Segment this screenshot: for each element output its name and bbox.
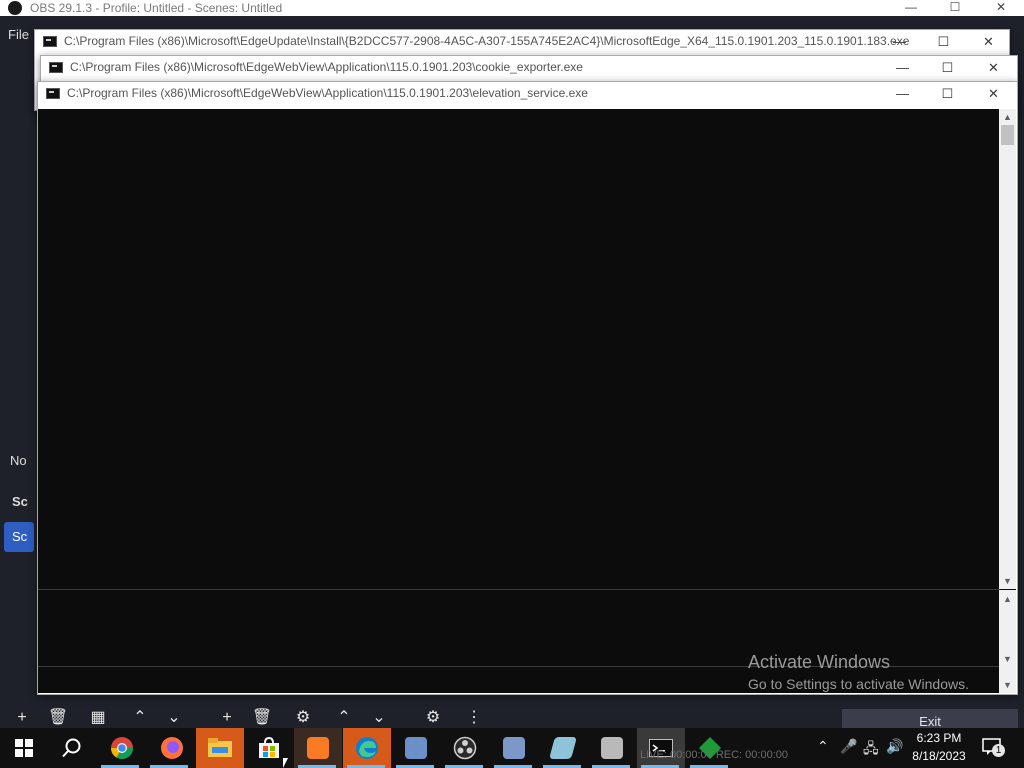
add-icon[interactable]: +	[10, 708, 34, 728]
firefox-icon[interactable]	[148, 728, 196, 768]
obs-status-text: LIVE: 00:00:00 REC: 00:00:00	[640, 749, 788, 761]
console-icon	[46, 88, 60, 99]
window-titlebar[interactable]: C:\Program Files (x86)\Microsoft\EdgeWeb…	[41, 56, 1017, 80]
trash-icon[interactable]: 🗑	[46, 708, 70, 728]
window-titlebar[interactable]: C:\Program Files (x86)\Microsoft\EdgeUpd…	[35, 30, 1009, 54]
maximize-icon[interactable]: ☐	[925, 82, 970, 106]
green-app-icon[interactable]	[686, 728, 734, 768]
chevron-down-icon[interactable]: ⌄	[162, 708, 186, 728]
scene-item-selected[interactable]: Sc	[4, 522, 34, 552]
clock-time[interactable]: 6:23 PM	[905, 731, 973, 745]
obs-titlebar[interactable]: OBS 29.1.3 - Profile: Untitled - Scenes:…	[0, 0, 1024, 16]
scroll-up-icon[interactable]: ▲	[999, 110, 1016, 124]
chevron-down-icon[interactable]: ⌄	[367, 708, 391, 728]
app-icon[interactable]	[392, 728, 440, 768]
app-icon[interactable]	[588, 728, 636, 768]
console-icon	[49, 62, 63, 73]
search-icon[interactable]	[48, 728, 96, 768]
activate-windows-subtitle: Go to Settings to activate Windows.	[748, 676, 969, 692]
minimize-icon[interactable]: —	[880, 56, 925, 80]
console-output[interactable]	[38, 109, 1016, 693]
close-icon[interactable]: ✕	[978, 0, 1024, 16]
chevron-up-icon[interactable]: ⌃	[128, 708, 152, 728]
xampp-icon[interactable]	[294, 728, 342, 768]
window-title: C:\Program Files (x86)\Microsoft\EdgeUpd…	[64, 34, 910, 48]
add-icon[interactable]: +	[215, 708, 239, 728]
clock-date[interactable]: 8/18/2023	[905, 749, 973, 763]
notification-icon[interactable]: 1	[982, 737, 1005, 757]
close-icon[interactable]: ✕	[966, 30, 1011, 54]
exit-button[interactable]: Exit	[842, 709, 1018, 729]
chrome-icon[interactable]	[98, 728, 146, 768]
minimize-icon[interactable]: —	[877, 30, 922, 54]
filter-icon[interactable]: ▦	[86, 708, 110, 728]
network-icon[interactable]: 🖧	[863, 738, 879, 762]
edge-icon[interactable]	[343, 728, 391, 768]
gear-icon[interactable]: ⚙	[291, 708, 315, 728]
scrollbar-thumb[interactable]	[1001, 125, 1014, 145]
console-icon	[43, 36, 57, 47]
console-icon[interactable]	[637, 728, 685, 768]
scroll-down-icon[interactable]: ▼	[999, 652, 1016, 666]
app-icon[interactable]	[490, 728, 538, 768]
obs-logo-icon	[8, 1, 22, 15]
close-icon[interactable]: ✕	[971, 82, 1016, 106]
chevron-up-icon[interactable]: ⌃	[817, 738, 829, 755]
maximize-icon[interactable]: ☐	[921, 30, 966, 54]
volume-icon[interactable]: 🔊	[886, 738, 903, 755]
console-divider	[38, 589, 1000, 590]
chevron-up-icon[interactable]: ⌃	[332, 708, 356, 728]
maximize-icon[interactable]: ☐	[932, 0, 978, 16]
activate-windows-title: Activate Windows	[748, 652, 891, 672]
windows-start-icon[interactable]	[0, 728, 48, 768]
dock-label-scenes: Sc	[12, 494, 28, 509]
obs-window-title: OBS 29.1.3 - Profile: Untitled - Scenes:…	[30, 1, 283, 15]
file-explorer-icon[interactable]	[196, 728, 244, 768]
window-titlebar[interactable]: C:\Program Files (x86)\Microsoft\EdgeWeb…	[38, 82, 1017, 106]
microphone-icon[interactable]: 🎤	[840, 738, 857, 755]
maximize-icon[interactable]: ☐	[925, 56, 970, 80]
menu-file[interactable]: File	[8, 27, 29, 42]
minimize-icon[interactable]: —	[888, 0, 934, 16]
obs-icon[interactable]	[441, 728, 489, 768]
trash-icon[interactable]: 🗑	[250, 708, 274, 728]
window-title: C:\Program Files (x86)\Microsoft\EdgeWeb…	[67, 86, 588, 100]
scroll-up-icon[interactable]: ▲	[999, 592, 1016, 606]
more-icon[interactable]: ⋮	[462, 708, 486, 728]
close-icon[interactable]: ✕	[971, 56, 1016, 80]
mouse-cursor	[283, 758, 288, 768]
scroll-down-icon[interactable]: ▼	[999, 678, 1016, 692]
vertical-scrollbar[interactable]	[999, 109, 1016, 589]
notification-count-badge: 1	[992, 744, 1005, 757]
dock-label-no: No	[10, 453, 27, 468]
minimize-icon[interactable]: —	[880, 82, 925, 106]
notepad-icon[interactable]	[539, 728, 587, 768]
scroll-down-icon[interactable]: ▼	[999, 574, 1016, 588]
window-title: C:\Program Files (x86)\Microsoft\EdgeWeb…	[70, 60, 583, 74]
gear-icon[interactable]: ⚙	[421, 708, 445, 728]
